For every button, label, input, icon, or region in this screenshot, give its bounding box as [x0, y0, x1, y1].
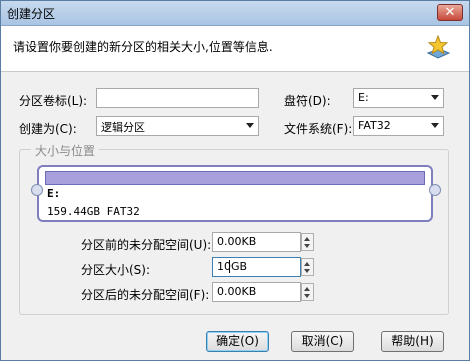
create-as-label: 创建为(C): — [19, 122, 77, 136]
free-after-input[interactable]: 0.00KB — [212, 282, 301, 302]
cancel-button[interactable]: 取消(C) — [291, 331, 354, 352]
drive-letter-select[interactable]: E: — [353, 88, 444, 108]
arrow-up-icon[interactable] — [304, 262, 310, 266]
partition-info: 159.44GB FAT32 — [47, 205, 140, 218]
filesystem-value: FAT32 — [358, 119, 391, 132]
free-after-label: 分区后的未分配空间(F): — [81, 288, 210, 302]
arrow-down-icon[interactable] — [304, 294, 310, 298]
chevron-down-icon — [431, 95, 439, 100]
chevron-down-icon — [246, 123, 254, 128]
close-icon: ✕ — [444, 5, 456, 20]
drive-letter-label: 盘符(D): — [284, 94, 331, 108]
star-icon — [426, 34, 451, 59]
free-before-label: 分区前的未分配空间(U): — [81, 238, 212, 252]
size-label: 分区大小(S): — [81, 263, 151, 277]
size-position-title: 大小与位置 — [31, 142, 100, 159]
filesystem-label: 文件系统(F): — [284, 122, 353, 136]
size-stepper[interactable] — [301, 258, 314, 276]
ok-button[interactable]: 确定(O) — [206, 331, 269, 352]
drive-letter-value: E: — [358, 91, 369, 104]
arrow-up-icon[interactable] — [304, 287, 310, 291]
create-as-value: 逻辑分区 — [101, 121, 145, 134]
filesystem-select[interactable]: FAT32 — [353, 116, 444, 136]
chevron-down-icon — [431, 123, 439, 128]
size-input[interactable]: 10GB — [212, 257, 301, 277]
arrow-down-icon[interactable] — [304, 269, 310, 273]
create-as-select[interactable]: 逻辑分区 — [96, 116, 259, 136]
create-partition-dialog: 创建分区 ✕ 请设置你要创建的新分区的相关大小,位置等信息. 分区卷标(L): … — [0, 0, 470, 361]
free-before-stepper[interactable] — [301, 233, 314, 251]
arrow-up-icon[interactable] — [304, 237, 310, 241]
text-caret — [229, 260, 230, 273]
right-resize-handle[interactable] — [429, 184, 441, 196]
partition-drive-letter: E: — [47, 187, 61, 200]
close-button[interactable]: ✕ — [437, 4, 463, 21]
dialog-header: 请设置你要创建的新分区的相关大小,位置等信息. — [1, 26, 469, 72]
arrow-down-icon[interactable] — [304, 244, 310, 248]
header-description: 请设置你要创建的新分区的相关大小,位置等信息. — [13, 40, 273, 54]
title-bar[interactable]: 创建分区 ✕ — [1, 1, 469, 26]
volume-label-label: 分区卷标(L): — [19, 94, 88, 108]
left-resize-handle[interactable] — [31, 184, 43, 196]
partition-bar[interactable] — [45, 171, 425, 185]
free-before-input[interactable]: 0.00KB — [212, 232, 301, 252]
volume-label-input[interactable] — [96, 88, 259, 108]
window-title: 创建分区 — [7, 7, 56, 21]
free-after-stepper[interactable] — [301, 283, 314, 301]
help-button[interactable]: 帮助(H) — [381, 331, 444, 352]
